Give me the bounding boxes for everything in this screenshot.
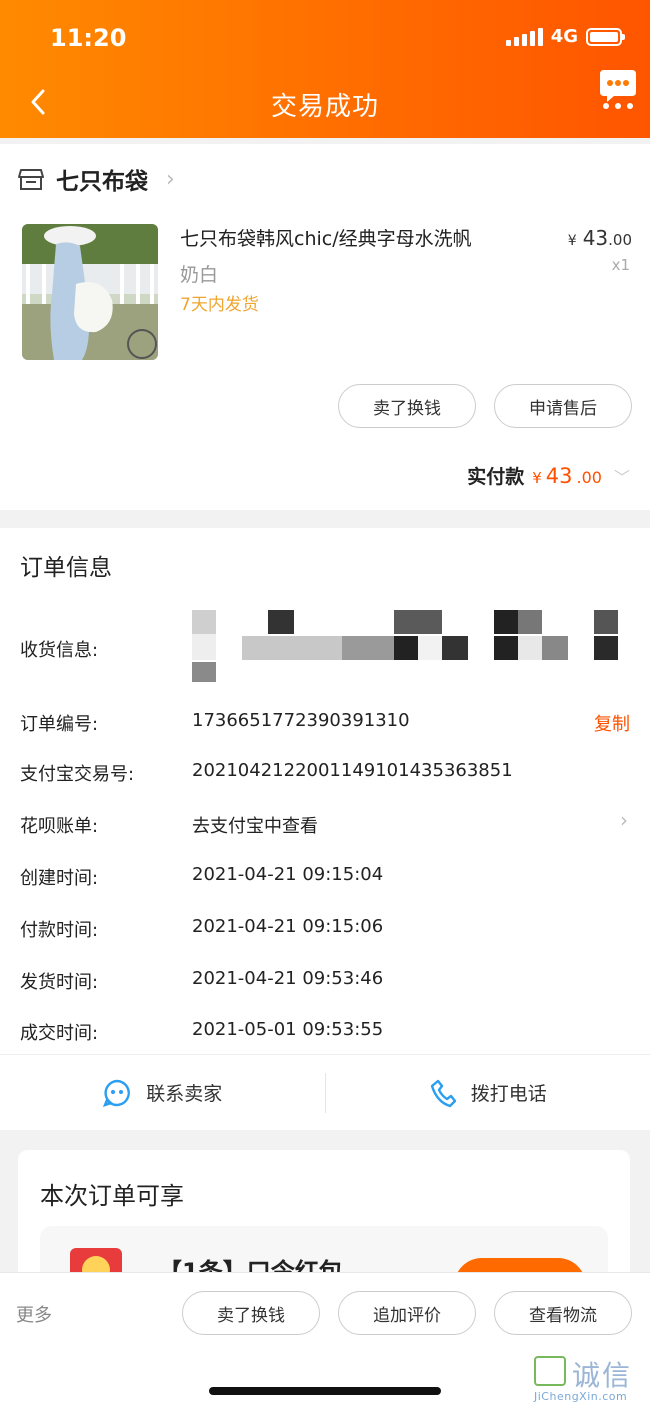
chat-bubble-icon: [600, 70, 636, 109]
more-button[interactable]: 更多: [16, 1301, 52, 1327]
product-title[interactable]: 七只布袋韩风chic/经典字母水洗帆: [180, 224, 472, 251]
order-info-title: 订单信息: [20, 555, 112, 581]
paid-amount-row[interactable]: 实付款 ¥ 43.00 ﹀: [467, 462, 630, 489]
paid-label: 实付款: [467, 466, 525, 488]
after-sale-button[interactable]: 申请售后: [494, 384, 632, 428]
closed-time-label: 成交时间:: [20, 1023, 99, 1044]
shop-name: 七只布袋: [56, 169, 148, 195]
order-number: 1736651772390391310: [192, 710, 410, 731]
message-button[interactable]: [598, 66, 638, 110]
product-quantity: x1: [611, 256, 630, 274]
paid-time: 2021-04-21 09:15:06: [192, 916, 384, 937]
sell-for-cash-button[interactable]: 卖了换钱: [338, 384, 476, 428]
shop-link[interactable]: 七只布袋 ›: [18, 162, 175, 196]
created-time: 2021-04-21 09:15:04: [192, 864, 384, 885]
shipping-info-label: 收货信息:: [20, 640, 99, 661]
copy-button[interactable]: 复制: [594, 710, 630, 736]
phone-icon: [430, 1079, 456, 1107]
chevron-down-icon: ﹀: [613, 468, 630, 487]
signal-icon: [505, 27, 543, 46]
network-label: 4G: [550, 26, 578, 47]
benefits-title: 本次订单可享: [40, 1182, 184, 1210]
store-icon: [18, 169, 44, 190]
watermark-text: 诚信: [572, 1359, 633, 1392]
chevron-right-icon: ›: [166, 166, 175, 192]
closed-time: 2021-05-01 09:53:55: [192, 1019, 384, 1040]
watermark-url: JiChengXin.com: [534, 1390, 628, 1403]
shipped-time-label: 发货时间:: [20, 972, 99, 993]
sell-for-cash-bottom-button[interactable]: 卖了换钱: [182, 1291, 320, 1335]
price-currency: ¥: [567, 233, 577, 249]
paid-currency: ¥: [532, 469, 542, 487]
header: 11:20 4G 交易成功: [0, 0, 650, 138]
page-title: 交易成功: [270, 92, 379, 122]
order-number-label: 订单编号:: [20, 714, 99, 735]
status-time: 11:20: [50, 24, 127, 52]
product-spec: 奶白: [180, 264, 219, 286]
contact-bar: 联系卖家 拨打电话: [0, 1054, 650, 1130]
price-main: 43: [582, 226, 609, 250]
battery-icon: [586, 27, 625, 46]
alipay-trade-label: 支付宝交易号:: [20, 764, 135, 785]
order-product-card: 七只布袋 › 七只布袋韩风chic/经典字母水洗帆 奶白 7天内发货 ¥43.0…: [0, 144, 650, 510]
created-time-label: 创建时间:: [20, 868, 99, 889]
chevron-right-icon[interactable]: ›: [620, 808, 628, 832]
status-indicators: 4G: [505, 26, 625, 47]
watermark-logo: [534, 1356, 566, 1386]
add-review-button[interactable]: 追加评价: [338, 1291, 476, 1335]
shipped-time: 2021-04-21 09:53:46: [192, 968, 384, 989]
product-photo: [22, 224, 158, 360]
paid-time-label: 付款时间:: [20, 920, 99, 941]
price-cents: .00: [608, 231, 632, 249]
huabei-label: 花呗账单:: [20, 816, 99, 837]
alipay-trade-number: 2021042122001149101435363851: [192, 760, 513, 781]
paid-amount: 43: [545, 464, 573, 488]
address-redacted: [192, 608, 622, 688]
product-price: ¥43.00: [568, 226, 632, 250]
call-phone-label: 拨打电话: [470, 1083, 547, 1105]
shipping-promise: 7天内发货: [180, 295, 259, 315]
order-info-card: 订单信息 收货信息: 订单编号: 1736651772390391310 复制 …: [0, 528, 650, 1130]
huabei-link[interactable]: 去支付宝中查看: [192, 812, 318, 838]
paid-cents: .00: [576, 468, 602, 487]
view-logistics-button[interactable]: 查看物流: [494, 1291, 632, 1335]
chat-face-icon: [103, 1079, 131, 1107]
product-image[interactable]: [22, 224, 158, 360]
call-phone-button[interactable]: 拨打电话: [326, 1055, 650, 1130]
contact-seller-button[interactable]: 联系卖家: [0, 1055, 325, 1130]
contact-seller-label: 联系卖家: [146, 1083, 223, 1105]
watermark: 诚信 JiChengXin.com: [534, 1356, 650, 1404]
home-indicator[interactable]: [209, 1387, 441, 1395]
